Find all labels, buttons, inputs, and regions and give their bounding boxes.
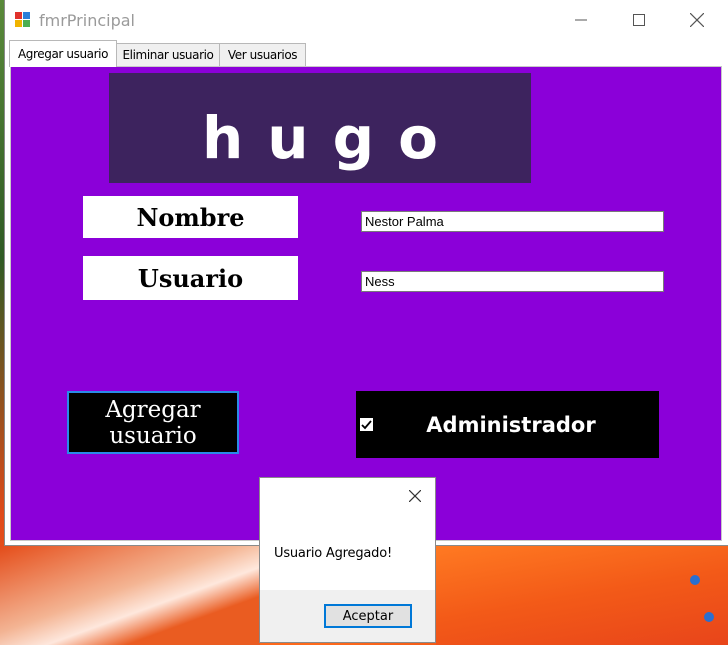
dialog-close-button[interactable] [405,486,425,506]
nombre-label: Nombre [83,196,298,238]
tab-eliminar-usuario[interactable]: Eliminar usuario [115,43,221,66]
desktop-wallpaper-right [436,545,728,645]
banner-text: hugo [202,104,462,172]
main-window: fmrPrincipal Agregar usuario Eliminar us… [5,0,728,545]
minimize-button[interactable] [552,0,610,40]
hugo-banner: hugo [109,73,531,183]
usuario-input[interactable] [361,271,664,292]
administrador-label: Administrador [426,412,596,437]
aceptar-button[interactable]: Aceptar [324,604,412,628]
message-dialog: Usuario Agregado! Aceptar [259,477,436,643]
close-icon [409,490,421,502]
close-icon [690,13,704,27]
tab-agregar-usuario[interactable]: Agregar usuario [9,40,117,67]
tab-panel-agregar-usuario: hugo Nombre Usuario Agregar usuario Admi… [10,66,722,541]
tab-ver-usuarios[interactable]: Ver usuarios [219,43,306,66]
wallpaper-dot [690,575,700,585]
maximize-button[interactable] [610,0,668,40]
agregar-usuario-button[interactable]: Agregar usuario [67,391,239,454]
usuario-label: Usuario [83,256,298,300]
maximize-icon [633,14,645,26]
administrador-checkbox[interactable] [360,418,373,431]
window-title: fmrPrincipal [39,11,135,30]
nombre-input[interactable] [361,211,664,232]
desktop-wallpaper-wedge [0,545,260,645]
app-icon [15,12,31,28]
close-button[interactable] [668,0,726,40]
title-bar[interactable]: fmrPrincipal [5,0,728,40]
administrador-checkbox-container[interactable]: Administrador [356,391,659,458]
dialog-message: Usuario Agregado! [274,546,392,561]
minimize-icon [575,19,587,21]
wallpaper-dot [704,612,714,622]
tab-strip: Agregar usuario Eliminar usuario Ver usu… [5,40,728,67]
checkmark-icon [361,420,372,430]
dialog-footer: Aceptar [260,590,435,642]
